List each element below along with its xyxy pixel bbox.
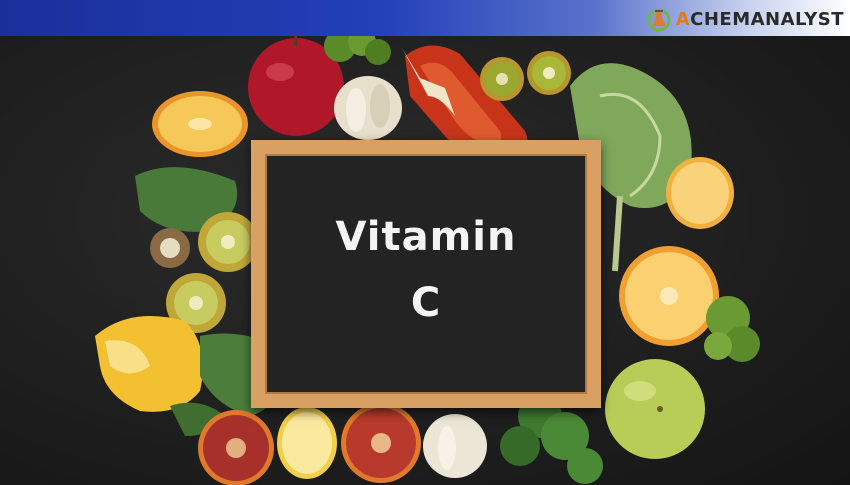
orange-half-large-right — [619, 246, 719, 346]
kiwi-slice-top — [480, 51, 571, 101]
orange-half-right — [666, 157, 734, 229]
broccoli-top — [324, 36, 391, 65]
garlic-bulb — [334, 76, 402, 140]
garlic-bottom — [423, 414, 487, 478]
yellow-bell-pepper — [95, 316, 203, 412]
green-apple — [605, 359, 705, 459]
title-line-2: C — [410, 280, 442, 326]
lemon-half-bottom — [277, 407, 337, 479]
brand-name: ACHEMANALYST — [675, 8, 844, 30]
broccoli-right — [704, 296, 760, 362]
kiwi-slices-left — [150, 212, 258, 333]
image-canvas: ACHEMANALYST Vitamin C — [0, 0, 850, 485]
orange-half-top-left — [152, 91, 248, 157]
flask-icon — [647, 8, 670, 32]
title-line-1: Vitamin — [335, 214, 517, 260]
brand-logo[interactable]: ACHEMANALYST — [646, 4, 844, 34]
chalkboard-frame — [251, 140, 601, 408]
